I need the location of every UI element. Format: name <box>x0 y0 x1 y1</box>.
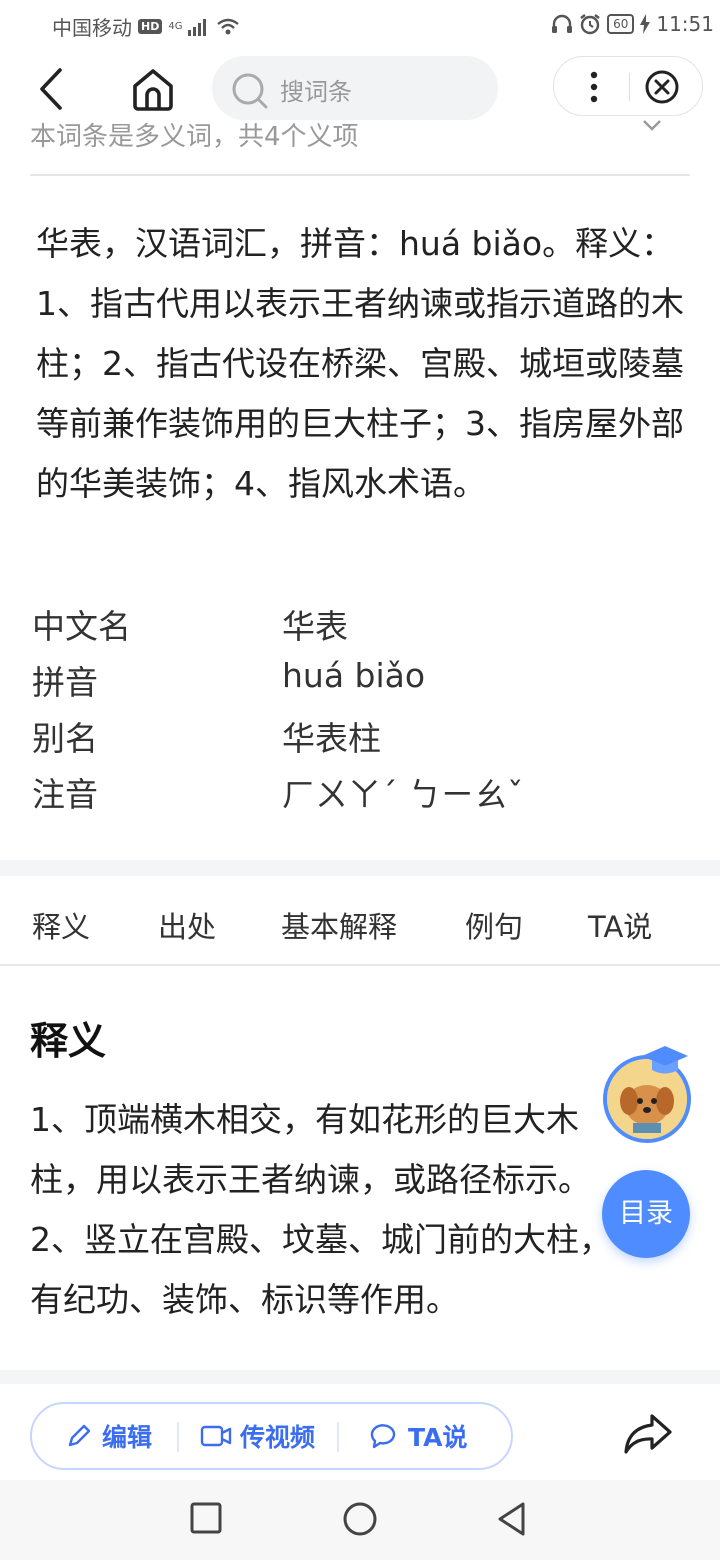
section-separator <box>0 860 720 876</box>
action-divider <box>177 1422 179 1452</box>
info-key: 拼音 <box>32 663 98 702</box>
status-bar: 中国移动 HD 4G 60 11:51 <box>0 0 720 50</box>
info-value: 华表柱 <box>282 719 381 758</box>
home-button[interactable] <box>128 64 178 114</box>
search-placeholder: 搜词条 <box>280 78 352 106</box>
tab-ta-says[interactable]: TA说 <box>588 904 652 946</box>
back-button[interactable] <box>30 64 74 114</box>
upload-video-button[interactable]: 传视频 <box>200 1404 315 1468</box>
tab-source[interactable]: 出处 <box>158 904 216 946</box>
alarm-icon <box>580 14 600 35</box>
charging-icon <box>640 14 651 34</box>
home-icon <box>133 69 173 111</box>
tab-definition[interactable]: 释义 <box>32 904 90 946</box>
info-value: huá biǎo <box>282 656 426 695</box>
back-triangle-icon[interactable] <box>495 1500 529 1538</box>
toc-button[interactable]: 目录 <box>602 1170 690 1258</box>
status-left: 中国移动 HD 4G <box>52 12 240 41</box>
recent-apps-icon[interactable] <box>189 1500 223 1536</box>
edit-label: 编辑 <box>102 1423 153 1452</box>
wifi-icon <box>217 18 240 34</box>
graduation-cap-icon <box>642 1046 688 1074</box>
action-pill: 编辑 传视频 TA说 <box>30 1402 513 1470</box>
action-divider <box>337 1422 339 1452</box>
definition-line: 2、竖立在宫殿、坟墓、城门前的大柱， <box>30 1220 612 1259</box>
info-row: 中文名 华表 <box>32 600 682 656</box>
section-body: 1、顶端横木相交，有如花形的巨大木 柱，用以表示王者纳谏，或路径标示。 2、竖立… <box>30 1090 690 1330</box>
video-camera-icon <box>200 1425 232 1447</box>
info-row: 拼音 huá biǎo <box>32 656 682 712</box>
pencil-icon <box>68 1424 91 1447</box>
edit-button[interactable]: 编辑 <box>64 1404 152 1468</box>
close-circle-icon <box>645 70 679 104</box>
definition-line: 1、顶端横木相交，有如花形的巨大木 <box>30 1100 579 1139</box>
system-navigation-bar <box>0 1480 720 1560</box>
share-arrow-icon <box>624 1414 672 1454</box>
definition-line: 柱，用以表示王者纳谏，或路径标示。 <box>30 1160 591 1199</box>
info-key: 注音 <box>32 775 98 814</box>
close-button[interactable] <box>644 69 680 105</box>
ta-says-label: TA说 <box>408 1423 468 1452</box>
definition-line: 有纪功、装饰、标识等作用。 <box>30 1280 459 1319</box>
bottom-action-bar: 编辑 传视频 TA说 <box>0 1384 720 1480</box>
info-key: 别名 <box>32 719 98 758</box>
back-arrow-icon <box>40 68 62 110</box>
info-value: 华表 <box>282 607 348 646</box>
clock-time: 11:51 <box>656 12 714 36</box>
signal-icon <box>188 18 207 36</box>
info-row: 别名 华表柱 <box>32 712 682 768</box>
more-vertical-icon <box>590 71 598 103</box>
upload-video-label: 传视频 <box>240 1423 316 1452</box>
home-circle-icon[interactable] <box>341 1500 379 1538</box>
more-options-button[interactable] <box>572 65 616 109</box>
section-title: 释义 <box>30 1019 107 1063</box>
summary-paragraph: 华表，汉语词汇，拼音：huá biǎo。释义：1、指古代用以表示王者纳谏或指示道… <box>36 224 684 503</box>
search-icon <box>232 73 268 109</box>
battery-indicator: 60 <box>607 14 635 34</box>
polysemy-text: 本词条是多义词，共4个义项 <box>30 122 359 152</box>
hd-badge: HD <box>138 19 163 34</box>
mini-program-capsule <box>553 56 703 116</box>
chat-bubble-icon <box>370 1424 396 1449</box>
info-table: 中文名 华表 拼音 huá biǎo 别名 华表柱 注音 ㄏㄨㄚˊ ㄅㄧㄠˇ <box>32 600 682 824</box>
polysemy-bar[interactable]: 本词条是多义词，共4个义项 <box>30 110 690 176</box>
tab-basic-explanation[interactable]: 基本解释 <box>281 904 397 946</box>
headphones-icon <box>552 14 573 33</box>
content-tabs: 释义 出处 基本解释 例句 TA说 <box>0 876 720 966</box>
status-right: 60 11:51 <box>551 12 714 36</box>
ta-says-button[interactable]: TA说 <box>368 1404 467 1468</box>
info-value: ㄏㄨㄚˊ ㄅㄧㄠˇ <box>282 775 524 814</box>
share-button[interactable] <box>622 1410 674 1458</box>
section-separator <box>0 1370 720 1384</box>
info-key: 中文名 <box>32 607 131 646</box>
carrier-label: 中国移动 <box>52 16 132 40</box>
info-row: 注音 ㄏㄨㄚˊ ㄅㄧㄠˇ <box>32 768 682 824</box>
network-label: 4G <box>168 21 183 32</box>
chevron-down-icon <box>643 120 661 131</box>
capsule-divider <box>629 73 630 101</box>
tab-examples[interactable]: 例句 <box>465 904 523 946</box>
